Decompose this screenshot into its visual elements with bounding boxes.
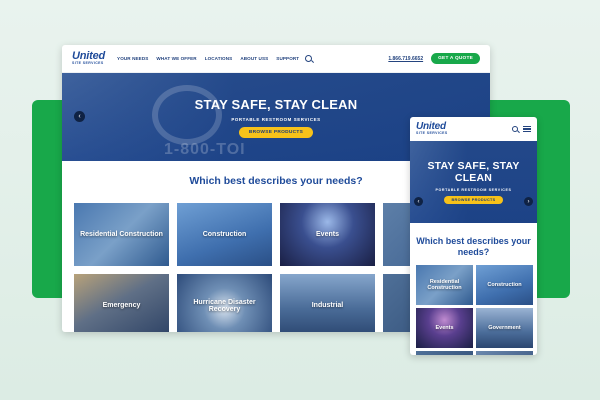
tile-residential-construction[interactable]: Residential Construction — [74, 203, 169, 266]
hero-background-text: 1-800-TOI — [164, 141, 246, 158]
nav-link-your-needs[interactable]: YOUR NEEDS — [117, 56, 148, 61]
mobile-carousel-next-icon[interactable]: › — [524, 197, 533, 206]
mobile-needs-tile-grid: Residential Construction Construction Ev… — [416, 265, 533, 355]
desktop-navbar: United SITE SERVICES YOUR NEEDS WHAT WE … — [62, 45, 490, 73]
mobile-search-icon[interactable] — [512, 125, 518, 132]
carousel-prev-icon[interactable]: ‹ — [74, 111, 85, 122]
mobile-tile-residential-construction[interactable]: Residential Construction — [416, 265, 473, 305]
hamburger-menu-icon[interactable] — [523, 125, 531, 133]
mobile-tile-events[interactable]: Events — [416, 308, 473, 348]
mobile-hero-subtitle: PORTABLE RESTROOM SERVICES — [435, 188, 512, 193]
mobile-tile-construction[interactable]: Construction — [476, 265, 533, 305]
tile-hurricane-disaster-recovery[interactable]: Hurricane Disaster Recovery — [177, 274, 272, 332]
mobile-tile-partial[interactable] — [416, 351, 473, 355]
tile-construction[interactable]: Construction — [177, 203, 272, 266]
nav-link-support[interactable]: SUPPORT — [276, 56, 299, 61]
mobile-site-mockup: United SITE SERVICES STAY SAFE, STAY CLE… — [410, 117, 537, 355]
mobile-tile-partial-2[interactable] — [476, 351, 533, 355]
tile-industrial[interactable]: Industrial — [280, 274, 375, 332]
nav-link-locations[interactable]: LOCATIONS — [205, 56, 233, 61]
mobile-tile-government[interactable]: Government — [476, 308, 533, 348]
tile-emergency[interactable]: Emergency — [74, 274, 169, 332]
get-quote-button[interactable]: GET A QUOTE — [431, 53, 480, 64]
site-logo[interactable]: United SITE SERVICES — [72, 51, 105, 66]
hero-title: STAY SAFE, STAY CLEAN — [194, 96, 358, 112]
nav-link-what-we-offer[interactable]: WHAT WE OFFER — [156, 56, 196, 61]
nav-link-about[interactable]: ABOUT USS — [240, 56, 268, 61]
search-icon[interactable] — [305, 55, 313, 62]
tile-events[interactable]: Events — [280, 203, 375, 266]
mobile-hero-banner: STAY SAFE, STAY CLEAN PORTABLE RESTROOM … — [410, 141, 537, 223]
mobile-navbar: United SITE SERVICES — [410, 117, 537, 141]
phone-link[interactable]: 1.866.719.6652 — [388, 56, 423, 62]
hero-subtitle: PORTABLE RESTROOM SERVICES — [231, 116, 321, 122]
mobile-carousel-prev-icon[interactable]: ‹ — [414, 197, 423, 206]
mobile-hero-title: STAY SAFE, STAY CLEAN — [427, 159, 520, 184]
nav-links: YOUR NEEDS WHAT WE OFFER LOCATIONS ABOUT… — [117, 56, 299, 61]
browse-products-button[interactable]: BROWSE PRODUCTS — [238, 126, 314, 138]
mobile-needs-section-title: Which best describes your needs? — [416, 236, 531, 257]
hero-background-logo — [152, 85, 222, 145]
mobile-browse-products-button[interactable]: BROWSE PRODUCTS — [443, 196, 504, 205]
mobile-site-logo[interactable]: United SITE SERVICES — [416, 122, 448, 136]
